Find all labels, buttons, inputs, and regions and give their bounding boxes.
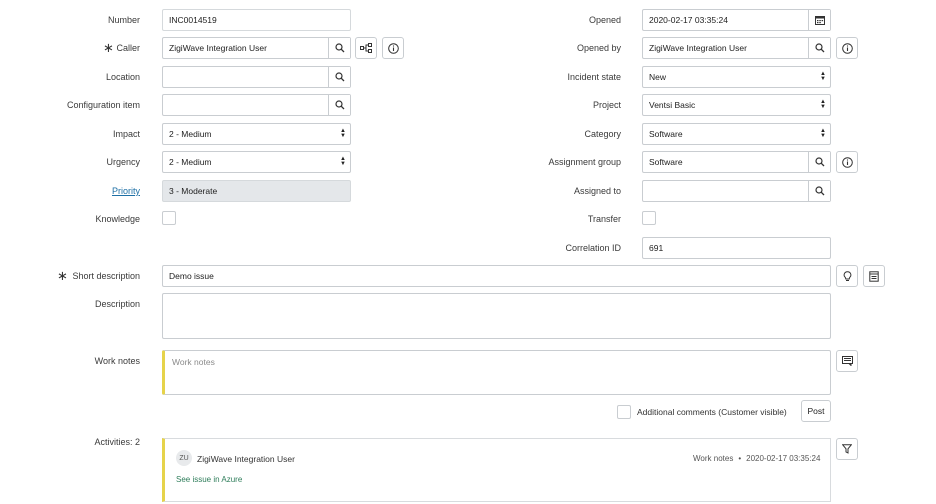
opened-by-search-button[interactable]: [808, 38, 830, 58]
category-select[interactable]: Software ▲ ▼: [642, 123, 831, 145]
config-item-search-button[interactable]: [328, 95, 350, 115]
assigned-to-field[interactable]: [642, 180, 831, 202]
config-item-field[interactable]: [162, 94, 351, 116]
transfer-checkbox[interactable]: [642, 211, 656, 225]
assignment-group-info-button[interactable]: [836, 151, 858, 173]
search-icon: [334, 100, 345, 110]
calendar-icon: [814, 15, 825, 25]
info-icon: [841, 156, 853, 168]
category-label: Category: [584, 129, 621, 139]
select-arrows-icon: ▲ ▼: [340, 156, 346, 167]
number-label: Number: [107, 15, 140, 25]
activity-author: ZigiWave Integration User: [197, 454, 295, 464]
incident-state-select[interactable]: New ▲ ▼: [642, 66, 831, 88]
opened-by-field[interactable]: ZigiWave Integration User: [642, 37, 831, 59]
description-label: Description: [94, 299, 140, 309]
project-value: Ventsi Basic: [649, 100, 696, 110]
priority-link[interactable]: Priority: [112, 186, 140, 196]
location-label: Location: [105, 72, 140, 82]
urgency-value: 2 - Medium: [169, 157, 212, 167]
incident-state-value: New: [649, 72, 667, 82]
opened-field[interactable]: 2020-02-17 03:35:24: [642, 9, 831, 31]
assigned-to-label: Assigned to: [573, 186, 621, 196]
filter-icon: [842, 444, 852, 454]
additional-comments-label: Additional comments (Customer visible): [637, 407, 787, 417]
impact-value: 2 - Medium: [169, 129, 212, 139]
select-arrows-icon: ▲ ▼: [820, 128, 826, 139]
work-notes-label: Work notes: [94, 356, 140, 366]
assignment-group-search-button[interactable]: [808, 152, 830, 172]
location-search-button[interactable]: [328, 67, 350, 87]
priority-field: 3 - Moderate: [162, 180, 351, 202]
lightbulb-icon: [843, 270, 852, 282]
select-arrows-icon: ▲ ▼: [820, 99, 826, 110]
config-item-label: Configuration item: [66, 100, 140, 110]
suggestion-button[interactable]: [836, 265, 858, 287]
project-label: Project: [592, 100, 621, 110]
correlation-id-field[interactable]: 691: [642, 237, 831, 259]
opened-calendar-button[interactable]: [808, 10, 830, 30]
compose-icon: [841, 356, 853, 366]
search-icon: [814, 43, 825, 53]
additional-comments-checkbox[interactable]: [617, 405, 631, 419]
impact-select[interactable]: 2 - Medium ▲ ▼: [162, 123, 351, 145]
opened-by-info-button[interactable]: [836, 37, 858, 59]
activity-meta: Work notes • 2020-02-17 03:35:24: [693, 454, 820, 463]
search-icon: [334, 43, 345, 53]
search-icon: [334, 72, 345, 82]
post-button[interactable]: Post: [801, 400, 831, 422]
urgency-select[interactable]: 2 - Medium ▲ ▼: [162, 151, 351, 173]
description-textarea[interactable]: [162, 293, 831, 339]
activities-label: Activities: 2: [94, 437, 140, 447]
assignment-group-label: Assignment group: [548, 157, 621, 167]
knowledge-book-button[interactable]: [863, 265, 885, 287]
knowledge-label: Knowledge: [95, 214, 140, 224]
knowledge-checkbox[interactable]: [162, 211, 176, 225]
caller-field[interactable]: ZigiWave Integration User: [162, 37, 351, 59]
impact-label: Impact: [112, 129, 140, 139]
location-field[interactable]: [162, 66, 351, 88]
activity-separator: •: [738, 454, 742, 463]
number-field[interactable]: INC0014519: [162, 9, 351, 31]
short-description-field[interactable]: Demo issue: [162, 265, 831, 287]
urgency-label: Urgency: [106, 157, 140, 167]
activity-timestamp: 2020-02-17 03:35:24: [746, 454, 821, 463]
category-value: Software: [649, 129, 683, 139]
compose-button[interactable]: [836, 350, 858, 372]
work-notes-textarea[interactable]: Work notes: [162, 350, 831, 395]
caller-search-button[interactable]: [328, 38, 350, 58]
transfer-label: Transfer: [587, 214, 621, 224]
book-icon: [869, 270, 879, 282]
opened-by-value: ZigiWave Integration User: [649, 43, 747, 53]
dependency-icon: [360, 43, 372, 53]
info-icon: [841, 42, 853, 54]
incident-state-label: Incident state: [567, 72, 621, 82]
correlation-id-label: Correlation ID: [565, 243, 621, 253]
project-select[interactable]: Ventsi Basic ▲ ▼: [642, 94, 831, 116]
assigned-to-search-button[interactable]: [808, 181, 830, 201]
caller-label: Caller: [116, 43, 140, 53]
caller-value: ZigiWave Integration User: [169, 43, 267, 53]
short-description-label: Short description: [72, 271, 140, 281]
search-icon: [814, 157, 825, 167]
caller-dependency-button[interactable]: [355, 37, 377, 59]
caller-info-button[interactable]: [382, 37, 404, 59]
assignment-group-value: Software: [649, 157, 683, 167]
activity-link[interactable]: See issue in Azure: [176, 475, 242, 484]
avatar: ZU: [176, 450, 192, 466]
opened-label: Opened: [588, 15, 621, 25]
filter-button[interactable]: [836, 438, 858, 460]
assignment-group-field[interactable]: Software: [642, 151, 831, 173]
opened-value: 2020-02-17 03:35:24: [649, 15, 728, 25]
activity-type: Work notes: [693, 454, 734, 463]
priority-label[interactable]: Priority: [60, 185, 140, 197]
opened-by-label: Opened by: [576, 43, 621, 53]
select-arrows-icon: ▲ ▼: [340, 128, 346, 139]
activity-entry: ZU ZigiWave Integration User Work notes …: [162, 438, 831, 502]
info-icon: [387, 42, 399, 54]
search-icon: [814, 186, 825, 196]
select-arrows-icon: ▲ ▼: [820, 71, 826, 82]
